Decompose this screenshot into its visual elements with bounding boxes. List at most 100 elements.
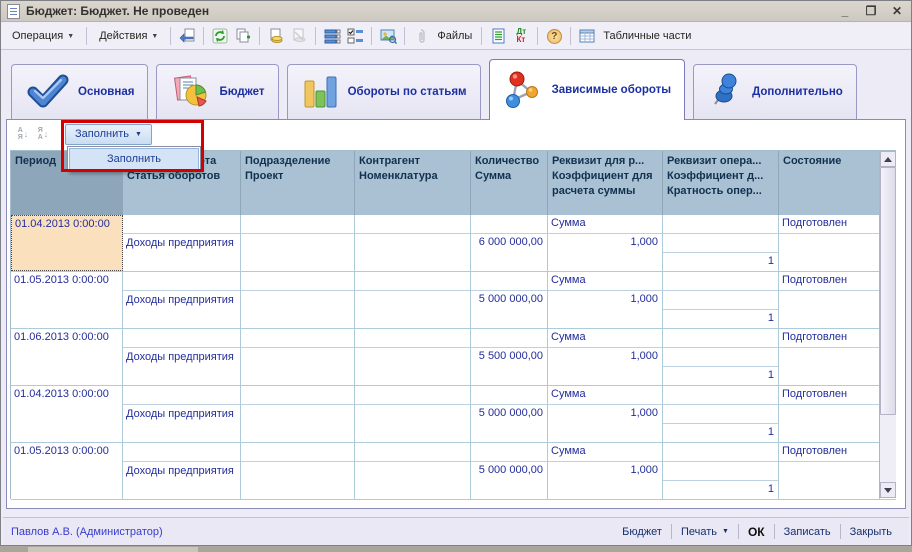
toolbar-separator	[371, 27, 372, 45]
cell-counterparty[interactable]	[355, 329, 471, 385]
unpost-document-button[interactable]	[289, 26, 309, 46]
refresh-button[interactable]	[210, 26, 230, 46]
scrollbar-thumb[interactable]	[880, 167, 896, 415]
fill-button[interactable]: Заполнить ▼	[65, 124, 152, 145]
cell-counterparty[interactable]	[355, 386, 471, 442]
toolbar-separator	[170, 27, 171, 45]
dependent-turnovers-panel: АЯ ↓ ЯА ↓ Заполнить ▼ Период Статья бюдж…	[6, 119, 906, 509]
cell-department[interactable]	[241, 272, 355, 328]
cell-department[interactable]	[241, 443, 355, 499]
tabular-parts-label[interactable]: Табличные части	[600, 30, 694, 42]
files-button[interactable]: Файлы	[434, 30, 475, 42]
cell-requisite[interactable]: Сумма1,000	[548, 272, 663, 328]
cell-state[interactable]: Подготовлен	[779, 443, 880, 499]
tab-additional[interactable]: Дополнительно	[693, 64, 857, 119]
scroll-down-button[interactable]	[880, 482, 896, 498]
cell-operation-requisite[interactable]: 1	[663, 329, 779, 385]
cell-quantity-sum[interactable]: 5 500 000,00	[471, 329, 548, 385]
cell-department[interactable]	[241, 386, 355, 442]
fill-dropdown-menu: Заполнить	[67, 146, 201, 172]
list-settings-button[interactable]	[322, 26, 342, 46]
copy-button[interactable]	[233, 26, 253, 46]
dependent-turnovers-table: Период Статья бюджетаСтатья оборотов Под…	[10, 150, 896, 499]
toolbar-separator	[570, 27, 571, 45]
cell-period[interactable]: 01.04.2013 0:00:00	[11, 386, 123, 442]
cell-operation-requisite[interactable]: 1	[663, 443, 779, 499]
tab-dependent-turnovers[interactable]: Зависимые обороты	[489, 59, 686, 120]
cell-quantity-sum[interactable]: 5 000 000,00	[471, 386, 548, 442]
cell-period[interactable]: 01.04.2013 0:00:00	[11, 215, 123, 271]
operation-menu[interactable]: Операция▼	[6, 27, 80, 45]
reread-button[interactable]	[177, 26, 197, 46]
save-button[interactable]: Записать	[775, 526, 840, 538]
tab-main[interactable]: Основная	[11, 64, 148, 119]
column-header-requisite[interactable]: Реквизит для р...Коэффициент для расчета…	[548, 151, 663, 215]
current-user-label: Павлов А.В. (Администратор)	[11, 526, 163, 538]
sort-ascending-button[interactable]: АЯ ↓	[13, 125, 33, 143]
pushpin-icon	[707, 72, 743, 112]
cell-requisite[interactable]: Сумма1,000	[548, 329, 663, 385]
actions-menu[interactable]: Действия▼	[93, 27, 164, 45]
cell-requisite[interactable]: Сумма1,000	[548, 215, 663, 271]
cell-period[interactable]: 01.05.2013 0:00:00	[11, 443, 123, 499]
cell-article[interactable]: Доходы предприятия	[123, 443, 241, 499]
ok-button[interactable]: ОК	[739, 525, 774, 539]
help-button[interactable]: ?	[544, 26, 564, 46]
toolbar-separator	[259, 27, 260, 45]
cell-article[interactable]: Доходы предприятия	[123, 272, 241, 328]
cell-requisite[interactable]: Сумма1,000	[548, 386, 663, 442]
chevron-down-icon: ▼	[722, 528, 729, 535]
cell-quantity-sum[interactable]: 5 000 000,00	[471, 272, 548, 328]
cell-quantity-sum[interactable]: 6 000 000,00	[471, 215, 548, 271]
cell-period[interactable]: 01.06.2013 0:00:00	[11, 329, 123, 385]
cell-department[interactable]	[241, 215, 355, 271]
cell-quantity-sum[interactable]: 5 000 000,00	[471, 443, 548, 499]
cell-state[interactable]: Подготовлен	[779, 272, 880, 328]
arrow-up-icon	[884, 157, 892, 162]
cell-department[interactable]	[241, 329, 355, 385]
cell-counterparty[interactable]	[355, 272, 471, 328]
cell-requisite[interactable]: Сумма1,000	[548, 443, 663, 499]
tab-budget[interactable]: Бюджет	[156, 64, 278, 119]
minimize-button[interactable]: _	[837, 4, 853, 18]
cell-counterparty[interactable]	[355, 443, 471, 499]
column-header-operation-requisite[interactable]: Реквизит опера...Коэффициент д...Кратнос…	[663, 151, 779, 215]
cell-state[interactable]: Подготовлен	[779, 386, 880, 442]
toolbar-separator	[481, 27, 482, 45]
close-button[interactable]: ✕	[889, 4, 905, 18]
maximize-button[interactable]: ❒	[863, 4, 879, 18]
cell-state[interactable]: Подготовлен	[779, 215, 880, 271]
column-header-department[interactable]: ПодразделениеПроект	[241, 151, 355, 215]
close-form-button[interactable]: Закрыть	[841, 526, 901, 538]
cell-state[interactable]: Подготовлен	[779, 329, 880, 385]
scroll-up-button[interactable]	[880, 151, 896, 167]
print-button[interactable]: Печать ▼	[672, 526, 738, 538]
cell-article[interactable]: Доходы предприятия	[123, 215, 241, 271]
picture-button[interactable]	[378, 26, 398, 46]
dtkt-button[interactable]: ДтКт	[511, 26, 531, 46]
cell-operation-requisite[interactable]: 1	[663, 272, 779, 328]
cell-operation-requisite[interactable]: 1	[663, 386, 779, 442]
column-header-quantity[interactable]: КоличествоСумма	[471, 151, 548, 215]
cell-article[interactable]: Доходы предприятия	[123, 386, 241, 442]
unpost-document-icon	[291, 28, 308, 44]
tabular-parts-button[interactable]	[577, 26, 597, 46]
attach-button[interactable]	[411, 26, 431, 46]
post-document-button[interactable]	[266, 26, 286, 46]
column-header-state[interactable]: Состояние	[779, 151, 880, 215]
sort-descending-button[interactable]: ЯА ↓	[33, 125, 53, 143]
column-header-counterparty[interactable]: КонтрагентНоменклатура	[355, 151, 471, 215]
tab-turnover-by-items[interactable]: Обороты по статьям	[287, 64, 481, 119]
report-button[interactable]	[488, 26, 508, 46]
refresh-icon	[212, 28, 229, 44]
checklist-button[interactable]	[345, 26, 365, 46]
cell-article[interactable]: Доходы предприятия	[123, 329, 241, 385]
cell-period[interactable]: 01.05.2013 0:00:00	[11, 272, 123, 328]
cell-counterparty[interactable]	[355, 215, 471, 271]
molecule-icon	[503, 70, 543, 110]
budget-button[interactable]: Бюджет	[613, 526, 671, 538]
vertical-scrollbar[interactable]	[879, 151, 896, 498]
table-row: 01.04.2013 0:00:00 Доходы предприятия 6 …	[11, 215, 896, 272]
fill-menu-item[interactable]: Заполнить	[69, 148, 199, 170]
cell-operation-requisite[interactable]: 1	[663, 215, 779, 271]
